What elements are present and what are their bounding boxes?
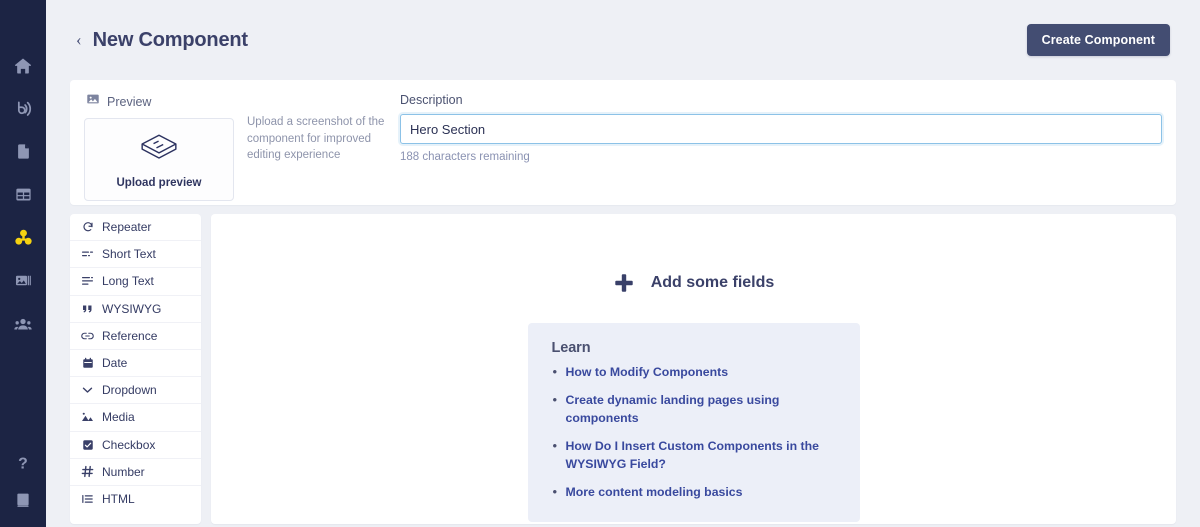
description-label: Description (400, 93, 463, 107)
repeat-icon (81, 221, 94, 233)
field-type-dropdown[interactable]: Dropdown (70, 377, 201, 405)
layers-icon (137, 131, 181, 168)
hash-icon (81, 465, 94, 478)
list-icon (81, 493, 94, 505)
preview-description-card: Preview Upload preview Upload a screensh… (70, 80, 1176, 205)
preview-column: Preview Upload preview (84, 92, 244, 205)
short-text-icon (81, 248, 94, 260)
add-some-fields-button[interactable]: Add some fields (211, 214, 1176, 294)
field-type-number[interactable]: Number (70, 459, 201, 486)
upload-preview-label: Upload preview (116, 176, 202, 189)
field-type-label: Long Text (102, 274, 154, 289)
back-button[interactable]: ‹ (76, 31, 82, 50)
list-item: Create dynamic landing pages using compo… (552, 391, 836, 427)
page-title: New Component (92, 28, 248, 51)
learn-link[interactable]: Create dynamic landing pages using compo… (566, 393, 780, 424)
field-type-label: Reference (102, 328, 158, 343)
upload-preview-dropzone[interactable]: Upload preview (84, 118, 234, 201)
field-type-label: Checkbox (102, 437, 156, 452)
learn-link[interactable]: More content modeling basics (566, 485, 743, 499)
lower-region: Repeater Short Text Long Text WYSIWYG Re… (70, 205, 1176, 527)
app-root: ? ‹ New Component Create Component Previ… (0, 0, 1200, 527)
field-type-label: WYSIWYG (102, 301, 162, 316)
sidebar-item-users[interactable] (0, 302, 46, 345)
learn-title: Learn (551, 340, 591, 356)
sidebar-item-home[interactable] (0, 44, 46, 87)
learn-panel: Learn How to Modify Components Create dy… (527, 323, 860, 522)
field-type-reference[interactable]: Reference (70, 323, 201, 350)
learn-links-list: How to Modify Components Create dynamic … (552, 363, 836, 502)
field-type-long-text[interactable]: Long Text (70, 268, 201, 296)
preview-hint: Upload a screenshot of the component for… (247, 116, 385, 162)
svg-text:?: ? (18, 455, 28, 472)
description-column: Description 188 characters remaining (392, 92, 1162, 205)
long-text-icon (81, 275, 94, 287)
field-type-html[interactable]: HTML (70, 486, 201, 513)
field-type-wysiwyg[interactable]: WYSIWYG (70, 296, 201, 323)
field-type-label: HTML (102, 492, 135, 507)
field-type-label: Number (102, 464, 145, 479)
fields-canvas: Add some fields Learn How to Modify Comp… (211, 214, 1176, 524)
chevron-down-icon (81, 384, 94, 396)
field-type-label: Date (102, 356, 128, 371)
primary-sidebar: ? (0, 0, 46, 527)
media-gallery-icon (14, 271, 33, 290)
book-icon (14, 491, 32, 509)
sidebar-item-media[interactable] (0, 259, 46, 302)
description-input[interactable] (400, 114, 1162, 144)
quote-icon (81, 303, 94, 315)
field-type-date[interactable]: Date (70, 350, 201, 378)
users-icon (13, 314, 33, 334)
description-character-counter: 188 characters remaining (400, 151, 530, 163)
field-type-repeater[interactable]: Repeater (70, 214, 201, 242)
preview-label-row: Preview (86, 92, 244, 111)
learn-link[interactable]: How Do I Insert Custom Components in the… (566, 439, 819, 470)
blog-signal-icon (13, 99, 33, 119)
plus-icon (613, 272, 635, 294)
document-icon (14, 142, 33, 161)
field-type-label: Short Text (102, 247, 156, 262)
list-item: More content modeling basics (552, 483, 836, 502)
home-icon (13, 56, 33, 76)
field-type-checkbox[interactable]: Checkbox (70, 432, 201, 459)
components-cubes-icon (13, 227, 34, 248)
media-icon (81, 411, 94, 423)
field-type-label: Dropdown (102, 383, 157, 398)
checkbox-icon (81, 439, 94, 451)
field-type-list: Repeater Short Text Long Text WYSIWYG Re… (70, 214, 201, 524)
list-item: How to Modify Components (552, 363, 836, 382)
sidebar-item-help[interactable]: ? (0, 441, 46, 484)
table-grid-icon (14, 185, 33, 204)
page-header: ‹ New Component Create Component (70, 0, 1176, 80)
sidebar-item-documentation[interactable] (0, 484, 46, 527)
sidebar-item-pages[interactable] (0, 130, 46, 173)
field-type-short-text[interactable]: Short Text (70, 241, 201, 269)
preview-label: Preview (107, 94, 152, 109)
sidebar-item-blog[interactable] (0, 87, 46, 130)
list-item: How Do I Insert Custom Components in the… (552, 437, 836, 473)
add-some-fields-label: Add some fields (650, 274, 775, 291)
learn-link[interactable]: How to Modify Components (566, 365, 729, 379)
calendar-icon (81, 357, 94, 369)
field-type-label: Media (102, 410, 135, 425)
sidebar-item-tables[interactable] (0, 173, 46, 216)
field-type-media[interactable]: Media (70, 404, 201, 432)
image-icon (86, 92, 100, 111)
create-component-button[interactable]: Create Component (1026, 24, 1170, 56)
link-icon (81, 330, 94, 342)
field-type-label: Repeater (102, 220, 152, 235)
sidebar-item-components[interactable] (0, 216, 46, 259)
main-area: ‹ New Component Create Component Preview (46, 0, 1200, 527)
question-mark-icon: ? (13, 453, 33, 473)
